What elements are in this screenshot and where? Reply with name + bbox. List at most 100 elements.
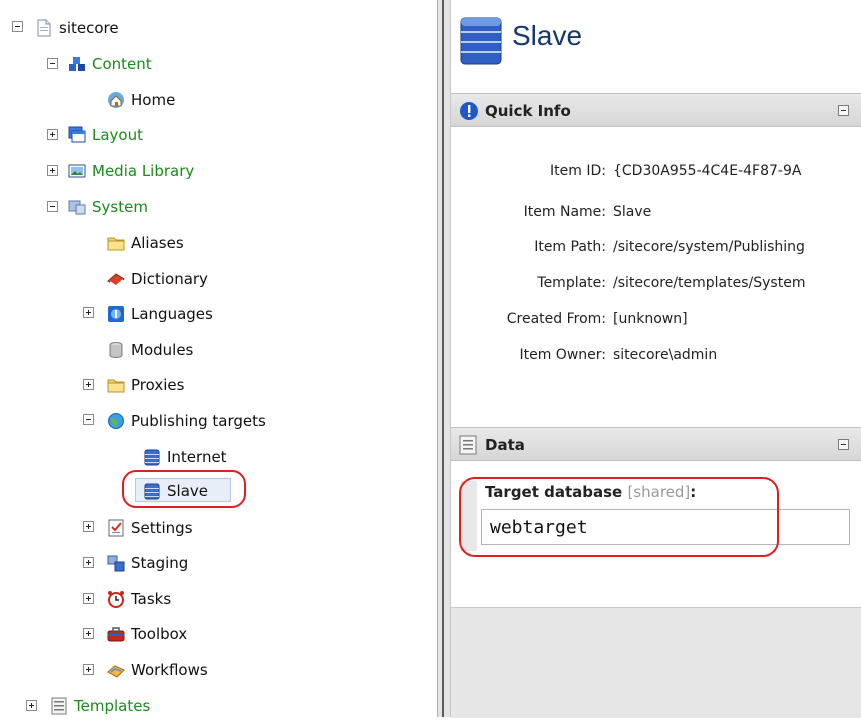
- document-icon: [35, 19, 53, 37]
- template-link[interactable]: /sitecore/templates/System: [613, 275, 805, 291]
- section-title: Data: [485, 436, 525, 454]
- item-title: Slave: [512, 20, 583, 51]
- content-cubes-icon: [68, 55, 86, 73]
- field-callout: [459, 477, 779, 557]
- template-icon: [50, 697, 68, 715]
- layout-icon: [68, 126, 86, 144]
- tree-item-home[interactable]: Home: [107, 83, 175, 117]
- tree-item-label: Media Library: [92, 162, 195, 180]
- field-value[interactable]: Slave: [613, 204, 651, 220]
- field-label: Item ID:: [550, 163, 606, 179]
- data-section-header[interactable]: Data: [451, 427, 861, 461]
- tree-item-label: Modules: [131, 341, 194, 359]
- tree-item-label: Aliases: [131, 234, 184, 252]
- workflow-icon: [107, 661, 125, 679]
- folder-icon: [107, 234, 125, 252]
- expand-toggle-templates[interactable]: [26, 700, 37, 711]
- modules-icon: [107, 341, 125, 359]
- system-icon: [68, 198, 86, 216]
- collapse-section-button[interactable]: [838, 105, 849, 116]
- tree-item-label: Publishing targets: [131, 412, 266, 430]
- field-value[interactable]: {CD30A955-4C4E-4F87-9A: [613, 163, 801, 179]
- tree-item-staging[interactable]: Staging: [107, 546, 188, 580]
- quick-info-row-created-from: Created From: [unknown]: [451, 311, 861, 335]
- quick-info-row-item-id: Item ID: {CD30A955-4C4E-4F87-9A: [451, 163, 861, 187]
- book-icon: [107, 270, 125, 288]
- field-label: Template:: [537, 275, 606, 291]
- expand-toggle-settings[interactable]: [83, 521, 94, 532]
- tree-item-label: Slave: [167, 482, 208, 500]
- collapse-toggle-sitecore[interactable]: [12, 21, 23, 32]
- quick-info-body: Item ID: {CD30A955-4C4E-4F87-9A Item Nam…: [451, 127, 861, 427]
- collapse-toggle-publishing-targets[interactable]: [83, 414, 94, 425]
- staging-icon: [107, 554, 125, 572]
- toolbox-icon: [107, 625, 125, 643]
- collapse-section-button[interactable]: [838, 439, 849, 450]
- tree-item-modules[interactable]: Modules: [107, 333, 193, 367]
- tree-item-sitecore[interactable]: sitecore: [35, 11, 119, 45]
- expand-toggle-languages[interactable]: [83, 307, 94, 318]
- tree-item-content[interactable]: Content: [68, 47, 152, 81]
- editor-empty-area: [451, 607, 861, 718]
- tree-item-label: Internet: [167, 448, 227, 466]
- database-icon: [143, 448, 161, 466]
- tree-item-tasks[interactable]: Tasks: [107, 582, 171, 616]
- tree-item-label: Tasks: [131, 590, 172, 608]
- tree-item-label: Proxies: [131, 376, 185, 394]
- panel-splitter[interactable]: [437, 0, 451, 717]
- tree-item-languages[interactable]: Languages: [107, 297, 213, 331]
- tree-item-label: System: [92, 198, 148, 216]
- expand-toggle-media-library[interactable]: [47, 165, 58, 176]
- field-value: [unknown]: [613, 311, 688, 327]
- tree-item-internet[interactable]: Internet: [143, 440, 227, 474]
- languages-icon: [107, 305, 125, 323]
- expand-toggle-proxies[interactable]: [83, 379, 94, 390]
- tree-item-label: Dictionary: [131, 270, 208, 288]
- image-icon: [68, 162, 86, 180]
- tree-item-templates[interactable]: Templates: [50, 689, 150, 723]
- tree-item-label: Settings: [131, 519, 193, 537]
- tree-item-layout[interactable]: Layout: [68, 118, 143, 152]
- tree-item-label: Staging: [131, 554, 189, 572]
- expand-toggle-staging[interactable]: [83, 557, 94, 568]
- settings-checklist-icon: [107, 519, 125, 537]
- expand-toggle-layout[interactable]: [47, 129, 58, 140]
- field-label: Item Name:: [523, 204, 606, 220]
- quick-info-section-header[interactable]: Quick Info: [451, 93, 861, 127]
- tree-item-workflows[interactable]: Workflows: [107, 653, 208, 687]
- tree-item-publishing-targets[interactable]: Publishing targets: [107, 404, 266, 438]
- expand-toggle-workflows[interactable]: [83, 664, 94, 675]
- tree-item-label: sitecore: [59, 19, 119, 37]
- item-editor-panel: Slave Quick Info Item ID: {CD30A955-4C4E…: [451, 0, 861, 718]
- home-icon: [107, 91, 125, 109]
- expand-toggle-toolbox[interactable]: [83, 628, 94, 639]
- tree-item-dictionary[interactable]: Dictionary: [107, 262, 208, 296]
- content-tree: sitecore Content Home Layout Media Libra…: [0, 0, 440, 717]
- tree-item-label: Content: [92, 55, 152, 73]
- collapse-toggle-system[interactable]: [47, 201, 58, 212]
- database-icon: [143, 482, 161, 500]
- data-section-icon: [459, 435, 477, 459]
- tree-item-settings[interactable]: Settings: [107, 511, 193, 545]
- expand-toggle-tasks[interactable]: [83, 593, 94, 604]
- tree-item-slave[interactable]: Slave: [143, 474, 208, 508]
- tree-item-aliases[interactable]: Aliases: [107, 226, 184, 260]
- data-section-body: Target database [shared]:: [451, 461, 861, 607]
- tree-item-label: Layout: [92, 126, 143, 144]
- quick-info-row-item-path: Item Path: /sitecore/system/Publishing: [451, 239, 861, 263]
- tree-item-label: Workflows: [131, 661, 208, 679]
- quick-info-row-item-owner: Item Owner: sitecore\admin: [451, 347, 861, 371]
- tree-item-toolbox[interactable]: Toolbox: [107, 617, 187, 651]
- tree-item-label: Templates: [74, 697, 151, 715]
- tree-item-label: Toolbox: [131, 625, 188, 643]
- field-label: Created From:: [506, 311, 606, 327]
- tree-item-system[interactable]: System: [68, 190, 148, 224]
- tree-item-label: Home: [131, 91, 176, 109]
- field-value[interactable]: /sitecore/system/Publishing: [613, 239, 805, 255]
- tree-item-media-library[interactable]: Media Library: [68, 154, 194, 188]
- field-label: Item Path:: [534, 239, 606, 255]
- item-header: Slave: [451, 0, 861, 93]
- tree-item-proxies[interactable]: Proxies: [107, 368, 184, 402]
- folder-icon: [107, 376, 125, 394]
- collapse-toggle-content[interactable]: [47, 58, 58, 69]
